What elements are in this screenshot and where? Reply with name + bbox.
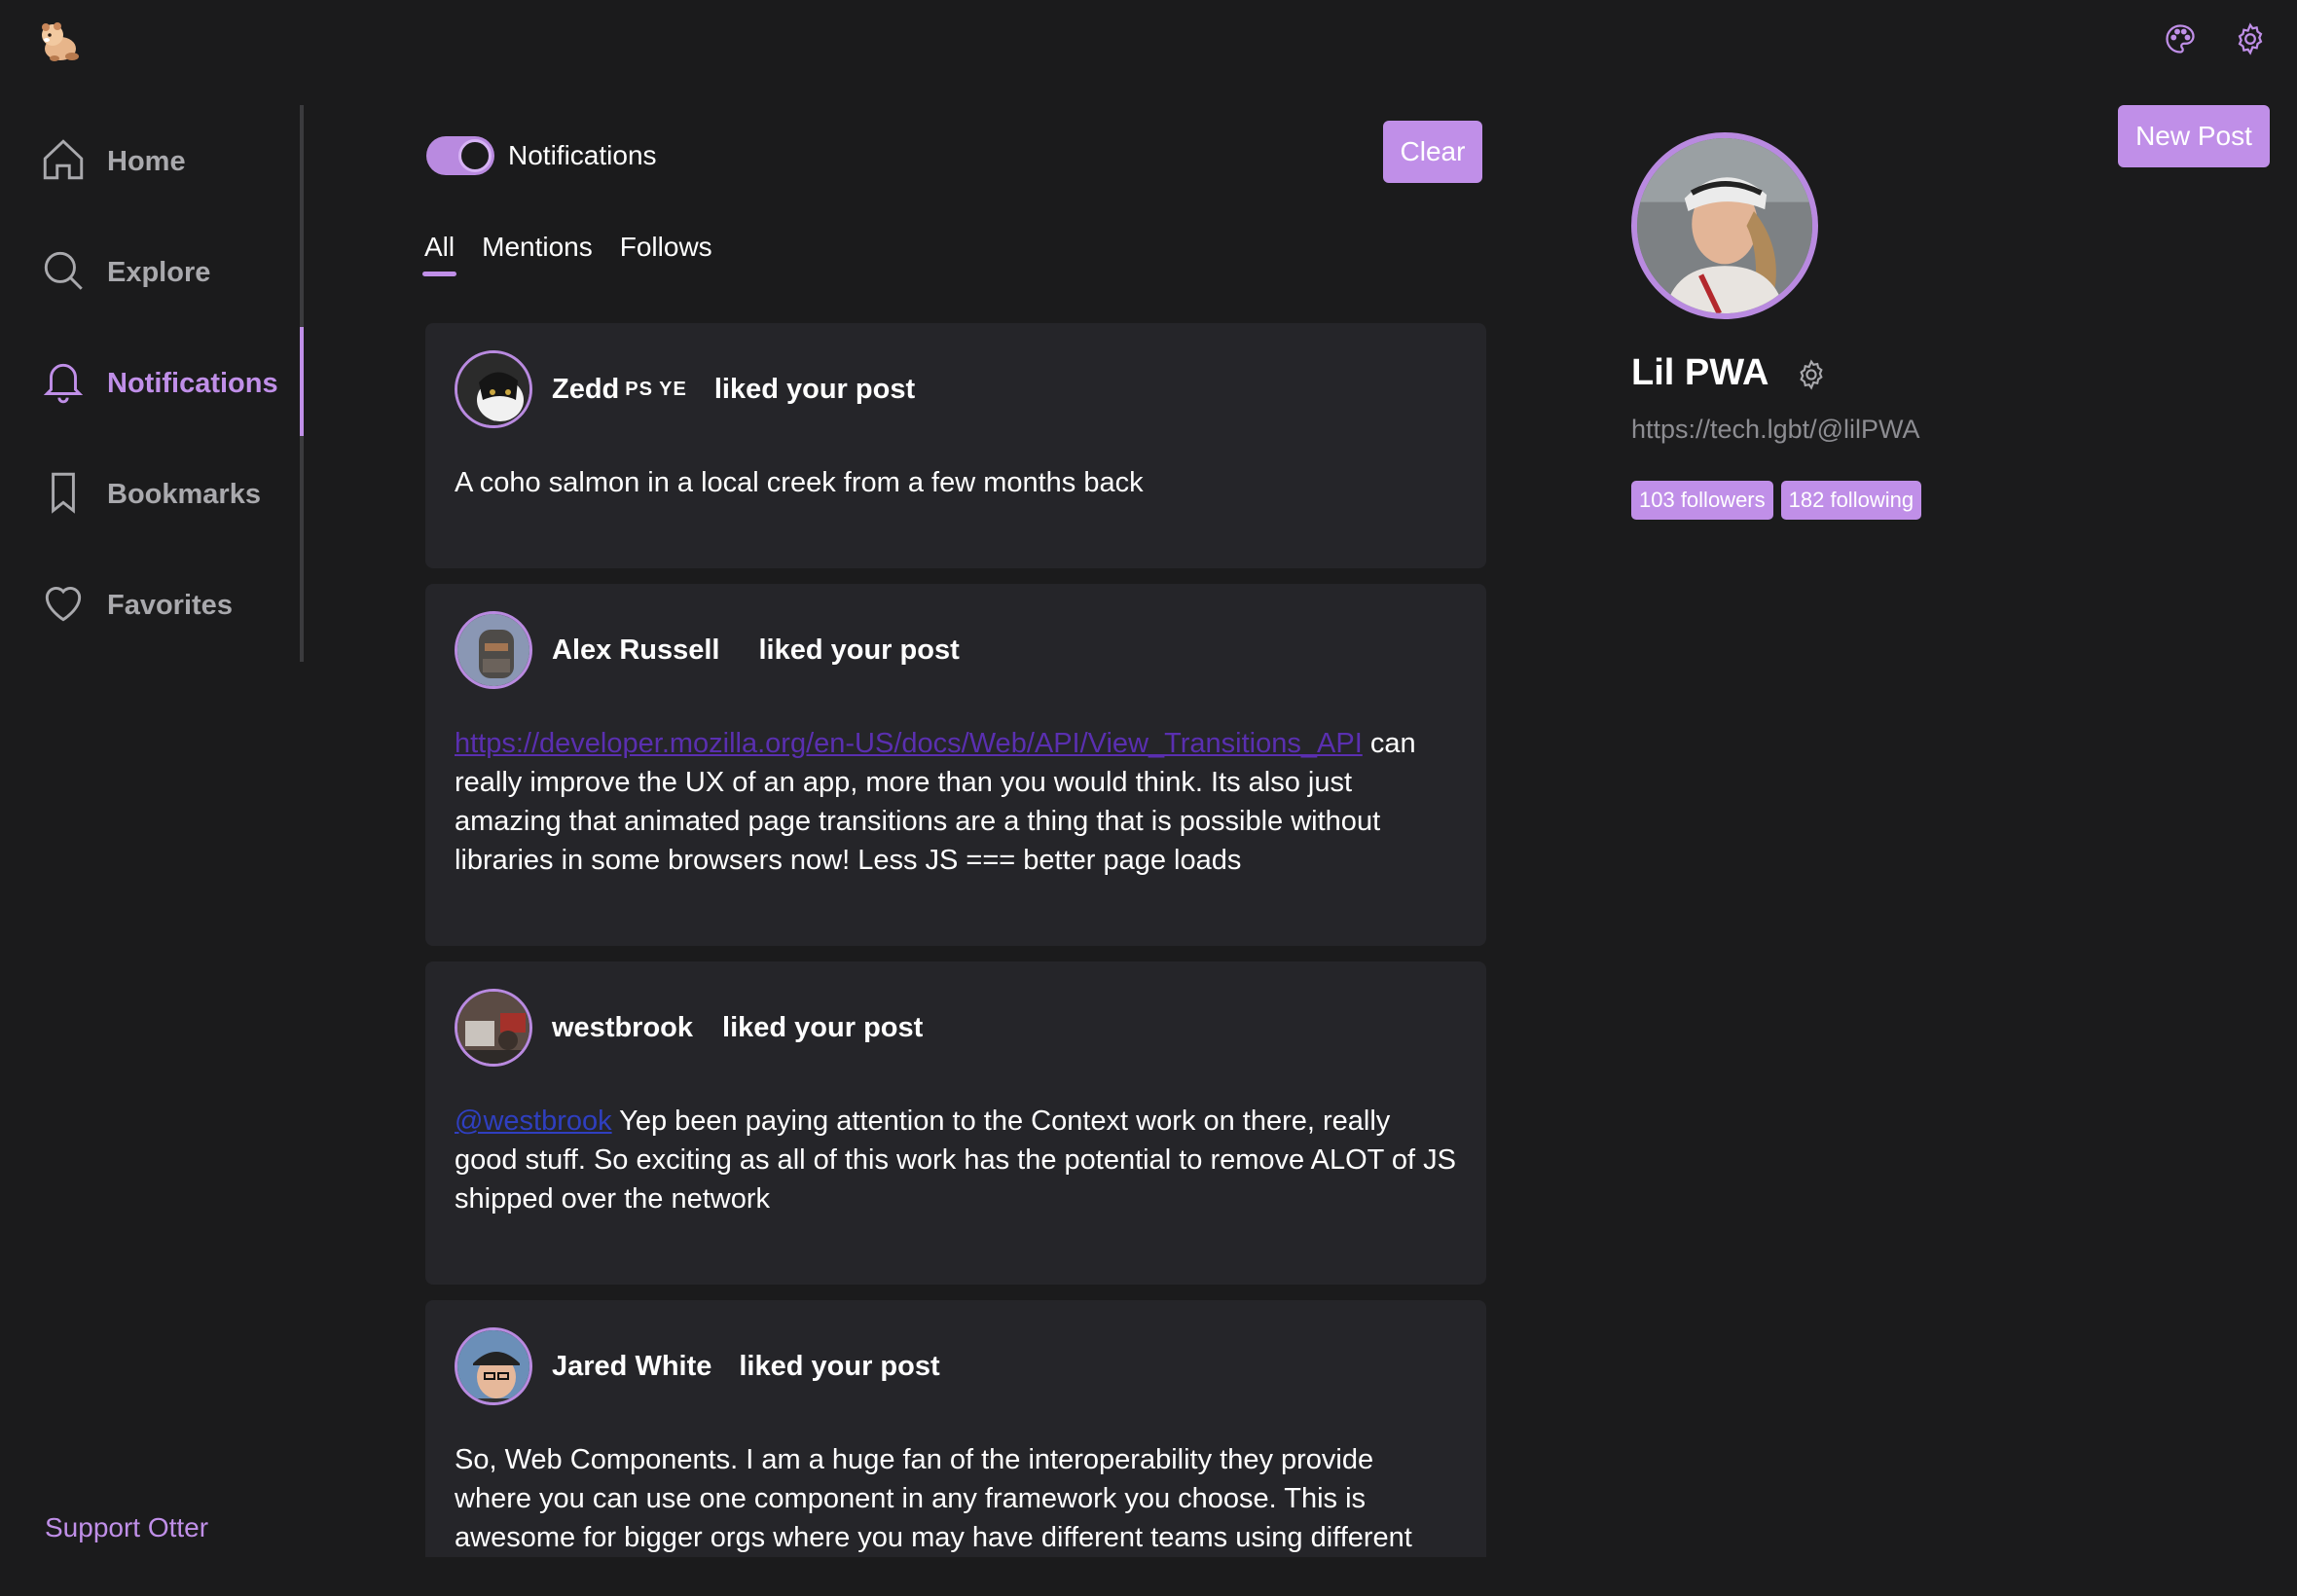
new-post-button[interactable]: New Post (2118, 105, 2270, 167)
author-name[interactable]: Alex Russell (552, 635, 719, 667)
author-name[interactable]: Jared White (552, 1351, 711, 1383)
notification-action: liked your post (722, 1011, 924, 1043)
otter-logo-icon[interactable] (35, 18, 84, 64)
toggle-label: Notifications (508, 140, 657, 170)
sidebar-item-label: Home (107, 145, 186, 177)
author-extra: PS YE (625, 378, 687, 400)
profile-url[interactable]: https://tech.lgbt/@lilPWA (1631, 415, 1920, 445)
home-icon (39, 135, 88, 189)
sidebar-item-explore[interactable]: Explore (39, 234, 304, 311)
bell-icon (39, 357, 88, 411)
tab-all[interactable]: All (421, 232, 457, 276)
profile-settings-icon[interactable] (1795, 358, 1828, 391)
notification-tabs: All Mentions Follows (421, 232, 712, 276)
sidebar-item-bookmarks[interactable]: Bookmarks (39, 455, 304, 533)
sidebar-item-notifications[interactable]: Notifications (39, 345, 304, 422)
notification-feed[interactable]: Zedd PS YE liked your post A coho salmon… (425, 323, 1486, 1557)
sidebar-item-home[interactable]: Home (39, 123, 304, 200)
tab-follows[interactable]: Follows (620, 232, 712, 276)
profile-stats: 103 followers 182 following (1631, 481, 1922, 520)
avatar[interactable] (455, 989, 532, 1067)
notifications-toggle-group: Notifications (426, 136, 657, 175)
notifications-toggle[interactable] (426, 136, 494, 175)
avatar[interactable] (455, 350, 532, 428)
bookmark-icon (39, 468, 88, 522)
notification-card[interactable]: westbrook liked your post @westbrook Yep… (425, 961, 1486, 1285)
notification-action: liked your post (758, 634, 960, 666)
clear-button[interactable]: Clear (1383, 121, 1482, 183)
following-badge[interactable]: 182 following (1780, 481, 1922, 520)
heart-icon (39, 579, 88, 633)
profile-avatar[interactable] (1631, 132, 1818, 319)
post-body: @westbrook Yep been paying attention to … (455, 1102, 1457, 1218)
notification-card[interactable]: Zedd PS YE liked your post A coho salmon… (425, 323, 1486, 568)
post-text: So, Web Components. I am a huge fan of t… (455, 1444, 1412, 1553)
sidebar-item-label: Explore (107, 256, 211, 288)
notification-action: liked your post (713, 373, 916, 405)
post-body: A coho salmon in a local creek from a fe… (455, 463, 1457, 502)
avatar[interactable] (455, 611, 532, 689)
active-indicator (300, 327, 304, 436)
palette-icon[interactable] (2163, 21, 2198, 56)
post-body: https://developer.mozilla.org/en-US/docs… (455, 724, 1457, 880)
post-body: So, Web Components. I am a huge fan of t… (455, 1440, 1457, 1557)
toggle-knob (458, 139, 492, 172)
notification-card[interactable]: Jared White liked your post So, Web Comp… (425, 1300, 1486, 1557)
author-name[interactable]: Zedd (552, 374, 619, 406)
app-root: Home Explore Notifications Bookmarks Fav… (0, 0, 2297, 1596)
sidebar-item-label: Favorites (107, 589, 233, 621)
search-icon (39, 246, 88, 300)
post-text: A coho salmon in a local creek from a fe… (455, 467, 1144, 498)
settings-icon[interactable] (2233, 21, 2268, 56)
sidebar-item-label: Notifications (107, 367, 278, 399)
post-link[interactable]: https://developer.mozilla.org/en-US/docs… (455, 728, 1363, 759)
profile-name: Lil PWA (1631, 352, 1769, 393)
tab-mentions[interactable]: Mentions (482, 232, 593, 276)
sidebar-item-label: Bookmarks (107, 478, 261, 510)
support-otter-link[interactable]: Support Otter (45, 1512, 208, 1543)
avatar[interactable] (455, 1327, 532, 1405)
notification-card[interactable]: Alex Russell liked your post https://dev… (425, 584, 1486, 946)
sidebar-item-favorites[interactable]: Favorites (39, 566, 304, 644)
post-mention[interactable]: @westbrook (455, 1106, 612, 1137)
followers-badge[interactable]: 103 followers (1631, 481, 1773, 520)
sidebar: Home Explore Notifications Bookmarks Fav… (0, 105, 304, 662)
notification-action: liked your post (739, 1350, 940, 1382)
author-name[interactable]: westbrook (552, 1012, 693, 1044)
